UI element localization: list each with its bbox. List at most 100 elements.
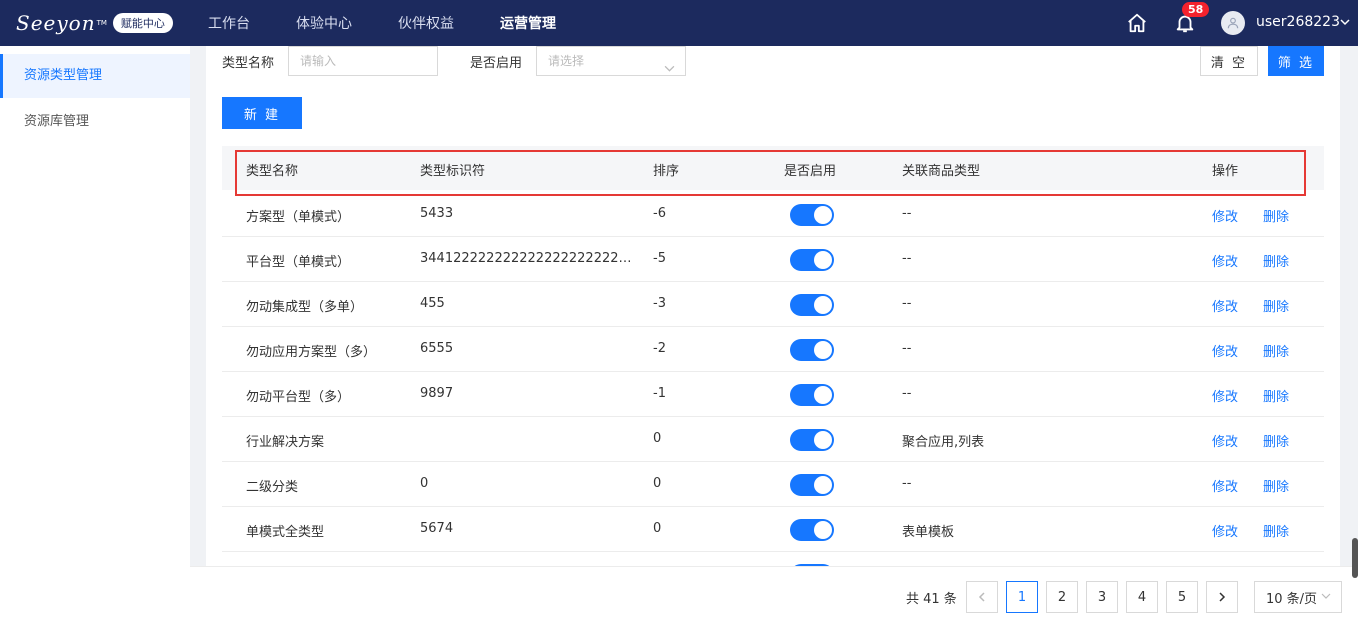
edit-button[interactable]: 修改 (1212, 521, 1238, 540)
cell-sort: -2 (653, 341, 666, 356)
delete-button[interactable]: 删除 (1263, 431, 1289, 450)
enabled-select[interactable]: 请选择 (536, 46, 686, 76)
edit-button[interactable]: 修改 (1212, 386, 1238, 405)
nav-experience-center[interactable]: 体验中心 (296, 13, 352, 33)
type-name-label: 类型名称 (222, 56, 275, 71)
enabled-toggle[interactable] (790, 204, 834, 226)
cell-identifier: 6555 (420, 341, 454, 356)
sidebar: 资源类型管理 资源库管理 (0, 46, 190, 622)
filter-button[interactable]: 筛 选 (1268, 46, 1324, 76)
brand-logo[interactable]: Seeyon TM 赋能中心 (16, 11, 194, 35)
edit-button[interactable]: 修改 (1212, 251, 1238, 270)
cell-identifier: 5674 (420, 521, 454, 536)
avatar[interactable] (1221, 11, 1245, 35)
notification-badge: 58 (1182, 2, 1210, 17)
table-row: 二级分类 0 0 -- 修改 删除 (222, 462, 1324, 507)
pagination-bar: 共 41 条 1 2 3 4 5 10 条/页 (190, 566, 1358, 622)
enabled-toggle[interactable] (790, 519, 834, 541)
page-5-button[interactable]: 5 (1166, 581, 1198, 613)
cell-name: 行业解决方案 (246, 435, 325, 450)
cell-name: 方案型（单模式） (246, 210, 351, 225)
table-row: 勿动集成型（多单） 455 -3 -- 修改 删除 (222, 282, 1324, 327)
next-page-button[interactable] (1206, 581, 1238, 613)
col-identifier: 类型标识符 (420, 164, 486, 179)
cell-related: 聚合应用,列表 (902, 435, 985, 450)
nav-operations[interactable]: 运营管理 (500, 13, 556, 33)
cell-related: -- (902, 476, 912, 491)
cell-identifier: 5433 (420, 206, 454, 221)
enabled-toggle[interactable] (790, 294, 834, 316)
cell-sort: 0 (653, 521, 662, 536)
cell-related: -- (902, 251, 912, 266)
col-related-type: 关联商品类型 (902, 164, 981, 179)
delete-button[interactable]: 删除 (1263, 386, 1289, 405)
cell-related: -- (902, 296, 912, 311)
delete-button[interactable]: 删除 (1263, 521, 1289, 540)
page-size-value: 10 条/页 (1266, 591, 1318, 607)
cell-name: 勿动集成型（多单） (246, 300, 364, 315)
delete-button[interactable]: 删除 (1263, 296, 1289, 315)
page-size-select[interactable]: 10 条/页 (1254, 581, 1342, 613)
enabled-toggle[interactable] (790, 339, 834, 361)
cell-related: -- (902, 206, 912, 221)
cell-name: 平台型（单模式） (246, 255, 351, 270)
cell-related: -- (902, 386, 912, 401)
delete-button[interactable]: 删除 (1263, 341, 1289, 360)
chevron-down-icon (1321, 590, 1331, 605)
table-row: 平台型（单模式） 344122222222222222222222222... … (222, 237, 1324, 282)
col-actions: 操作 (1212, 164, 1239, 179)
table-row (222, 552, 1324, 566)
page-2-button[interactable]: 2 (1046, 581, 1078, 613)
new-button[interactable]: 新 建 (222, 97, 302, 129)
logo-text: Seeyon (16, 11, 96, 35)
table-header: 类型名称 类型标识符 排序 是否启用 关联商品类型 操作 (222, 146, 1324, 190)
chevron-down-icon (664, 56, 675, 84)
cell-name: 二级分类 (246, 480, 299, 495)
edit-button[interactable]: 修改 (1212, 341, 1238, 360)
total-count: 共 41 条 (906, 592, 957, 607)
edit-button[interactable]: 修改 (1212, 431, 1238, 450)
enabled-label: 是否启用 (470, 56, 523, 71)
prev-page-button[interactable] (966, 581, 998, 613)
cell-sort: 0 (653, 476, 662, 491)
brand-badge: 赋能中心 (112, 13, 173, 33)
col-enabled: 是否启用 (784, 164, 837, 179)
table-row: 行业解决方案 0 聚合应用,列表 修改 删除 (222, 417, 1324, 462)
table-row: 勿动应用方案型（多） 6555 -2 -- 修改 删除 (222, 327, 1324, 372)
table-row: 单模式全类型 5674 0 表单模板 修改 删除 (222, 507, 1324, 552)
page-3-button[interactable]: 3 (1086, 581, 1118, 613)
enabled-toggle[interactable] (790, 474, 834, 496)
delete-button[interactable]: 删除 (1263, 251, 1289, 270)
enabled-toggle[interactable] (790, 384, 834, 406)
edit-button[interactable]: 修改 (1212, 296, 1238, 315)
top-navbar: Seeyon TM 赋能中心 工作台 体验中心 伙伴权益 运营管理 (0, 0, 1358, 46)
page-1-button[interactable]: 1 (1006, 581, 1038, 613)
username[interactable]: user268223 (1256, 14, 1340, 30)
col-type-name: 类型名称 (246, 164, 299, 179)
logo-tm: TM (96, 19, 107, 27)
cell-sort: -6 (653, 206, 666, 221)
delete-button[interactable]: 删除 (1263, 206, 1289, 225)
nav-partner-rights[interactable]: 伙伴权益 (398, 13, 454, 33)
cell-identifier: 344122222222222222222222222... (420, 251, 632, 266)
cell-identifier: 455 (420, 296, 445, 311)
table-row: 方案型（单模式） 5433 -6 -- 修改 删除 (222, 192, 1324, 237)
edit-button[interactable]: 修改 (1212, 206, 1238, 225)
home-icon[interactable] (1125, 11, 1149, 35)
type-name-input[interactable]: 请输入 (288, 46, 438, 76)
scrollbar-thumb[interactable] (1352, 538, 1358, 578)
sidebar-item-resource-type[interactable]: 资源类型管理 (0, 54, 190, 98)
edit-button[interactable]: 修改 (1212, 476, 1238, 495)
col-sort: 排序 (653, 164, 680, 179)
chevron-down-icon[interactable] (1340, 16, 1350, 31)
sidebar-item-resource-library[interactable]: 资源库管理 (0, 98, 190, 146)
enabled-toggle[interactable] (790, 249, 834, 271)
delete-button[interactable]: 删除 (1263, 476, 1289, 495)
nav-workbench[interactable]: 工作台 (208, 13, 250, 33)
page-4-button[interactable]: 4 (1126, 581, 1158, 613)
cell-name: 单模式全类型 (246, 525, 325, 540)
cell-sort: -1 (653, 386, 666, 401)
cell-identifier: 0 (420, 476, 429, 491)
clear-button[interactable]: 清 空 (1200, 46, 1258, 76)
enabled-toggle[interactable] (790, 429, 834, 451)
